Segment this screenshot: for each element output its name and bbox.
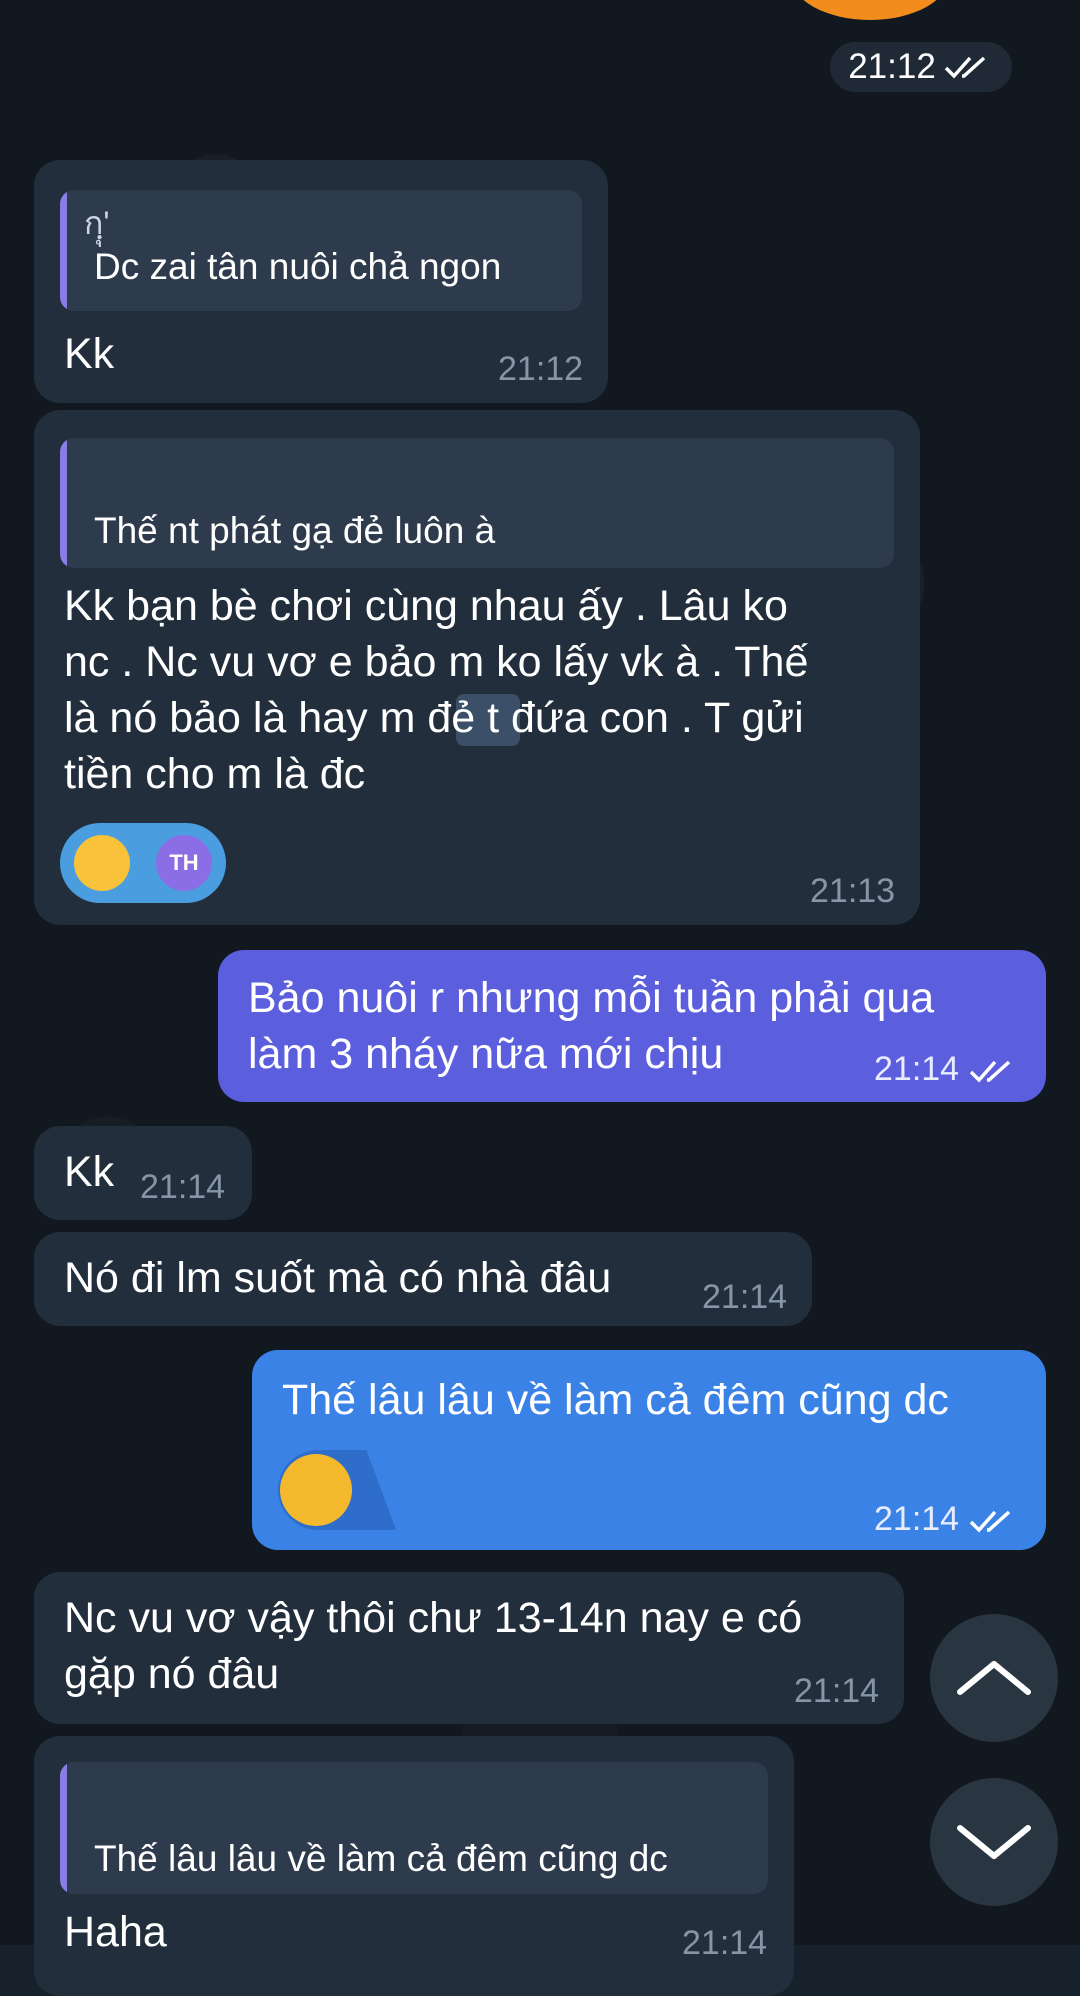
message-text: Nc vu vơ vậy thôi chư 13-14n nay e có gặ… [64, 1594, 803, 1698]
message-time-value: 21:14 [874, 1050, 960, 1088]
incoming-message[interactable]: Nó đi lm suốt mà có nhà đâu 21:14 [34, 1232, 812, 1326]
message-time-value: 21:14 [874, 1500, 960, 1538]
message-time: 21:14 [874, 1500, 1019, 1539]
message-time: 21:12 [498, 350, 584, 388]
outgoing-message[interactable]: Bảo nuôi r nhưng mỗi tuần phải qua làm 3… [218, 950, 1046, 1102]
message-text: Kk bạn bè chơi cùng nhau ấy . Lâu ko nc … [64, 582, 809, 798]
message-text: Kk [64, 330, 115, 378]
reply-text: Thế nt phát gạ đẻ luôn à [94, 510, 496, 551]
avatar: TH [156, 835, 212, 891]
reply-quote[interactable]: Thế lâu lâu về làm cả đêm cũng dc [60, 1762, 768, 1894]
reply-quote[interactable]: Thế nt phát gạ đẻ luôn à [60, 438, 894, 568]
scroll-down-button[interactable] [930, 1778, 1058, 1906]
message-text: Nó đi lm suốt mà có nhà đâu [64, 1254, 612, 1302]
rolling-laughing-emoji-icon[interactable] [280, 1454, 352, 1526]
reply-text: Thế lâu lâu về làm cả đêm cũng dc [94, 1838, 668, 1879]
incoming-message[interactable]: Thế lâu lâu về làm cả đêm cũng dc Haha 2… [34, 1736, 794, 1996]
message-time: 21:12 [848, 47, 936, 86]
message-time: 21:14 [794, 1672, 880, 1710]
message-time: 21:14 [140, 1168, 226, 1206]
message-text: Kk [64, 1148, 115, 1196]
chevron-down-icon [957, 1825, 1031, 1859]
message-time-pill: 21:12 [830, 42, 1012, 92]
scroll-up-button[interactable] [930, 1614, 1058, 1742]
reply-author: กฺุ' [84, 205, 110, 241]
reply-quote[interactable]: กฺุ' Dc zai tân nuôi chả ngon [60, 190, 582, 311]
reaction-chip[interactable]: TH [60, 823, 226, 903]
double-check-icon [969, 1510, 1010, 1533]
message-text: Haha [64, 1908, 167, 1956]
message-time: 21:14 [874, 1050, 1019, 1089]
double-check-icon [969, 1060, 1010, 1083]
message-time: 21:14 [682, 1924, 768, 1962]
incoming-message[interactable]: Nc vu vơ vậy thôi chư 13-14n nay e có gặ… [34, 1572, 904, 1724]
incoming-message[interactable]: Thế nt phát gạ đẻ luôn à Kk bạn bè chơi … [34, 410, 920, 925]
message-text: Thế lâu lâu về làm cả đêm cũng dc [282, 1376, 949, 1424]
grinning-emoji-icon [74, 835, 130, 891]
message-time: 21:14 [702, 1278, 788, 1316]
double-check-icon [944, 56, 985, 79]
chevron-up-icon [957, 1661, 1031, 1695]
message-text: Bảo nuôi r nhưng mỗi tuần phải qua làm 3… [248, 974, 935, 1078]
reply-text: Dc zai tân nuôi chả ngon [94, 246, 502, 287]
incoming-message[interactable]: Kk 21:14 [34, 1126, 252, 1220]
incoming-message[interactable]: กฺุ' Dc zai tân nuôi chả ngon Kk 21:12 [34, 160, 608, 403]
message-time: 21:13 [810, 872, 896, 910]
